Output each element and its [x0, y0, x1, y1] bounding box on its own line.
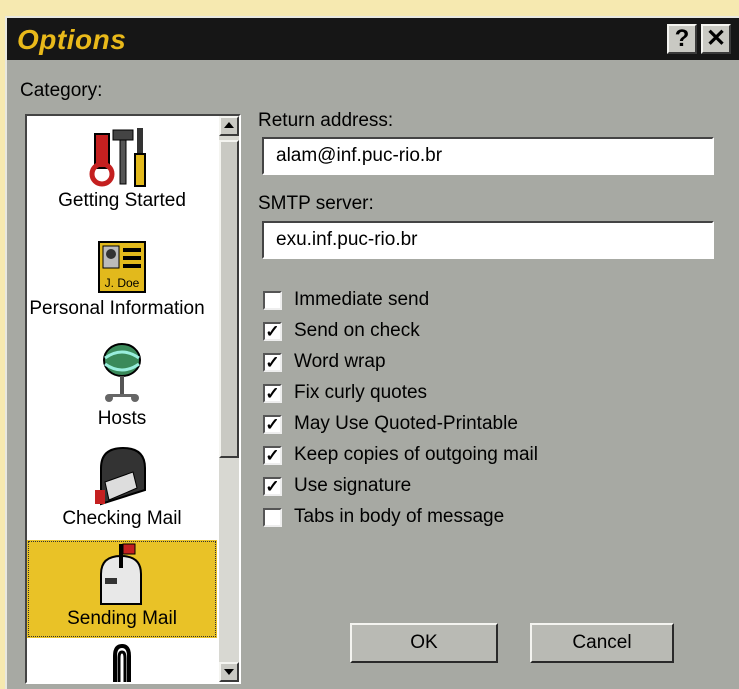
checkbox[interactable]: ✓ [263, 353, 282, 372]
checkbox[interactable]: ✓ [263, 477, 282, 496]
smtp-server-label: SMTP server: [258, 193, 374, 214]
checkbox-label: Immediate send [294, 289, 430, 310]
category-list[interactable]: Getting Started J. Doe Personal Informat… [25, 114, 241, 684]
checkbox-label: Fix curly quotes [294, 382, 428, 403]
id-card-name: J. Doe [105, 276, 140, 290]
return-address-field[interactable]: alam@inf.puc-rio.br [262, 137, 714, 175]
checkbox[interactable] [263, 291, 282, 310]
checkbox-label: May Use Quoted-Printable [294, 413, 518, 434]
mailbox-flag-up-icon [100, 543, 142, 605]
category-item-label: Checking Mail [62, 508, 182, 529]
options-dialog: Options ? ✕ Category: Getting Started J.… [5, 16, 739, 689]
category-item-checking-mail[interactable]: Checking Mail [27, 442, 217, 536]
checkbox-label: Tabs in body of message [294, 506, 505, 527]
checkbox-label: Use signature [294, 475, 412, 496]
scroll-down-icon[interactable] [219, 662, 239, 682]
ok-button[interactable]: OK [350, 623, 498, 663]
checkbox-label: Keep copies of outgoing mail [294, 444, 538, 465]
scroll-thumb[interactable] [219, 140, 239, 458]
help-button[interactable]: ? [667, 24, 697, 54]
category-scrollbar[interactable] [219, 116, 239, 682]
category-item-attachments[interactable] [27, 642, 217, 682]
category-item-label: Sending Mail [67, 608, 177, 629]
id-card-icon: J. Doe [98, 241, 146, 293]
mailbox-icon [95, 446, 146, 506]
category-label: Category: [20, 80, 103, 101]
scroll-up-icon[interactable] [219, 116, 239, 136]
return-address-label: Return address: [258, 110, 394, 131]
category-item-label: Personal Information [29, 298, 205, 319]
category-item-label: Hosts [97, 408, 147, 429]
category-item-personal-information[interactable]: J. Doe Personal Information [27, 236, 217, 332]
close-button[interactable]: ✕ [701, 24, 731, 54]
checkbox[interactable]: ✓ [263, 322, 282, 341]
globe-network-icon [103, 343, 141, 402]
category-item-hosts[interactable]: Hosts [27, 336, 217, 438]
dialog-title: Options [17, 24, 127, 55]
category-item-label: Getting Started [58, 190, 186, 211]
tools-icon [89, 128, 146, 187]
checkbox[interactable] [263, 508, 282, 527]
paperclip-icon [113, 643, 131, 682]
checkbox-label: Word wrap [294, 351, 386, 372]
category-item-sending-mail[interactable]: Sending Mail [27, 540, 217, 638]
title-bar[interactable]: Options ? ✕ [7, 18, 739, 60]
checkbox[interactable]: ✓ [263, 446, 282, 465]
checkbox[interactable]: ✓ [263, 415, 282, 434]
cancel-button[interactable]: Cancel [530, 623, 674, 663]
checkbox-label: Send on check [294, 320, 420, 341]
smtp-server-field[interactable]: exu.inf.puc-rio.br [262, 221, 714, 259]
category-item-getting-started[interactable]: Getting Started [27, 124, 217, 232]
checkbox[interactable]: ✓ [263, 384, 282, 403]
